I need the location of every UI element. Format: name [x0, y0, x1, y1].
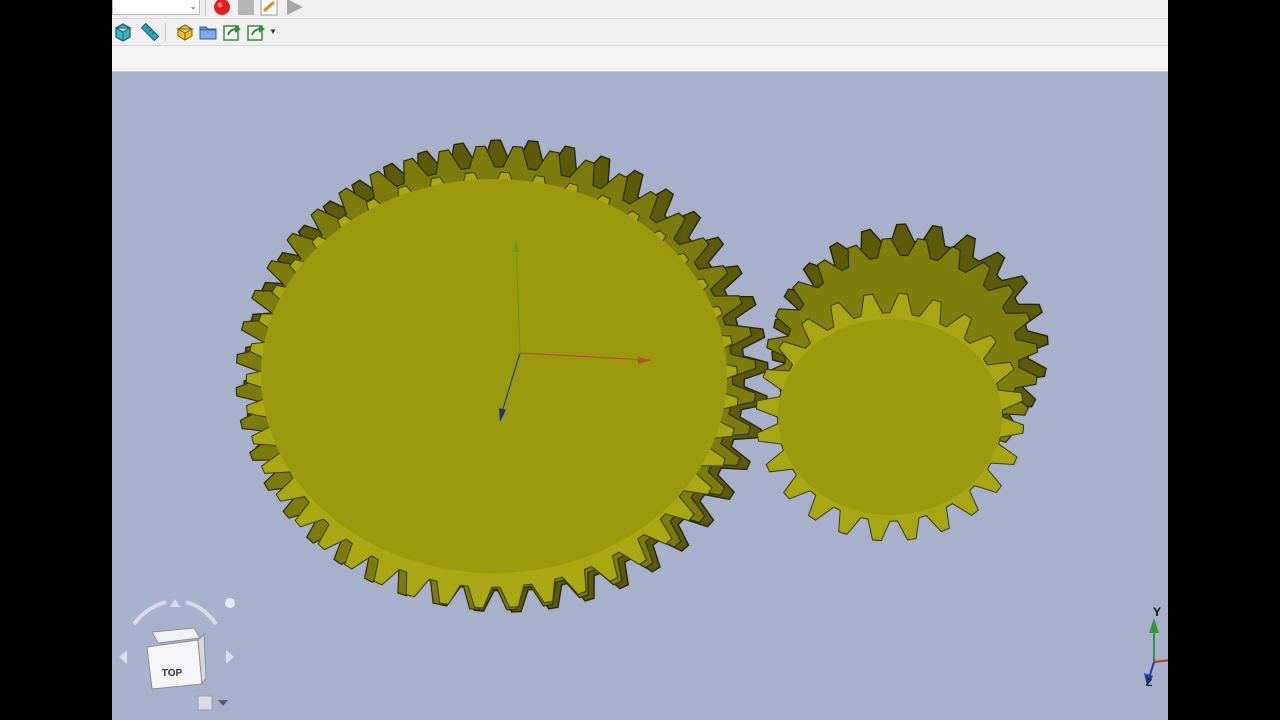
nav-rotate-left-icon[interactable]	[132, 600, 167, 626]
execute-macro-button[interactable]	[284, 0, 304, 17]
large-gear-face	[261, 179, 727, 573]
workbench-selector[interactable]: ⌄	[112, 0, 200, 15]
edit-macro-button[interactable]	[260, 0, 280, 17]
make-sub-link-button[interactable]	[246, 22, 266, 42]
record-macro-button[interactable]	[212, 0, 232, 17]
part-icon	[176, 24, 194, 41]
nav-arrow-up-icon[interactable]	[170, 599, 180, 607]
toolbar-separator	[165, 23, 166, 41]
stop-icon	[238, 0, 254, 15]
nav-cube-front-face[interactable]	[146, 639, 203, 690]
group-icon	[199, 26, 217, 40]
chevron-down-icon: ⌄	[189, 1, 197, 11]
axis-cross-z-label: Z	[1146, 677, 1153, 689]
navigation-cube[interactable]: TOP	[119, 598, 235, 711]
make-link-button[interactable]	[222, 22, 242, 42]
std-view-box-icon	[114, 23, 132, 42]
nav-arrow-left-icon[interactable]	[119, 650, 127, 664]
nav-rotate-right-icon[interactable]	[185, 600, 218, 626]
axis-cross-y-arrow	[1149, 618, 1159, 633]
measure-button[interactable]	[140, 22, 160, 42]
empty-toolbar-strip	[112, 46, 1168, 72]
large-gear[interactable]	[235, 139, 769, 613]
stop-macro-button[interactable]	[236, 0, 256, 17]
nav-menu-dot-icon[interactable]	[225, 598, 235, 608]
link-icon	[223, 25, 241, 41]
edit-macro-icon	[260, 0, 278, 16]
nav-cube-face-label: TOP	[162, 668, 183, 679]
axis-cross-x	[1153, 659, 1168, 663]
macro-toolbar: ⌄	[112, 0, 1168, 19]
nav-arrow-right-icon[interactable]	[226, 650, 234, 664]
nav-view-menu-caret-icon[interactable]	[218, 700, 228, 706]
toolbar-separator	[205, 0, 206, 16]
caret-down-icon[interactable]: ▼	[269, 27, 277, 36]
std-view-box-button[interactable]	[113, 22, 133, 42]
small-gear[interactable]	[755, 223, 1049, 542]
play-icon	[287, 0, 303, 15]
measure-icon	[140, 22, 160, 42]
record-icon	[214, 0, 230, 15]
small-gear-face	[778, 319, 1002, 515]
freecad-window: ⌄ ▼ TOP Y Z	[112, 0, 1168, 720]
gear-scene[interactable]: TOPYZ	[112, 72, 1168, 720]
axis-cross: YZ	[1144, 605, 1168, 689]
3d-viewport[interactable]: TOP Y Z	[112, 72, 1168, 720]
link-sub-icon	[247, 25, 265, 41]
view-toolbar: ▼	[112, 19, 1168, 46]
create-group-button[interactable]	[198, 22, 218, 42]
axis-cross-y-label: Y	[1153, 605, 1161, 619]
create-part-button[interactable]	[174, 22, 194, 42]
nav-view-menu-icon[interactable]	[197, 695, 213, 711]
